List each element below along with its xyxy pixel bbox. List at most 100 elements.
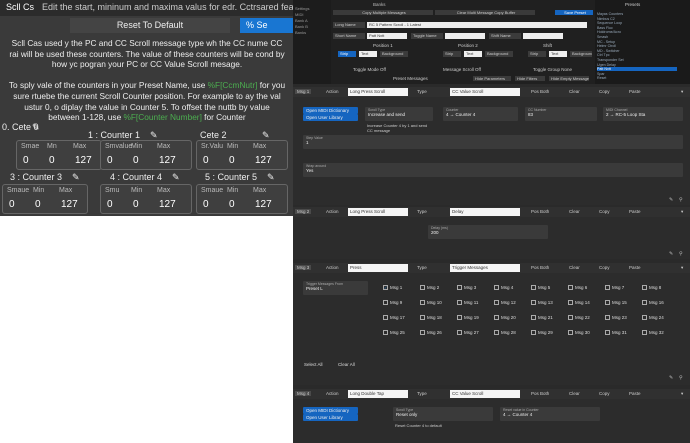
type-select[interactable]: Trigger Messages — [450, 264, 520, 272]
checkbox-icon[interactable] — [457, 315, 462, 321]
checkbox-icon[interactable] — [531, 285, 536, 291]
nav-item[interactable]: Bank A — [295, 18, 308, 23]
action-select[interactable]: Press — [348, 264, 408, 272]
nav-item[interactable]: Bank B — [295, 24, 308, 29]
start-value-input[interactable]: 0 — [107, 155, 113, 166]
type-select[interactable]: CC Value Scroll — [450, 390, 520, 398]
preset-list-item[interactable]: MC - Setup — [597, 40, 615, 44]
trigger-checkbox[interactable]: Msg 29 — [531, 330, 553, 336]
trigger-checkbox[interactable]: Msg 7 — [605, 285, 624, 291]
checkbox-icon[interactable] — [457, 330, 462, 336]
cc-number-input[interactable]: CC Number 83 — [525, 107, 597, 121]
edit-icon[interactable]: ✎ — [172, 172, 180, 183]
checkbox-icon[interactable] — [383, 330, 388, 336]
reset-to-default-button[interactable]: Reset To Default — [70, 18, 230, 33]
trigger-checkbox[interactable]: Msg 28 — [494, 330, 516, 336]
trigger-checkbox[interactable]: Msg 24 — [642, 315, 664, 321]
long-name-input[interactable]: RC 5 Pattern Scroll - 1 Latest — [367, 22, 587, 28]
trigger-checkbox[interactable]: Msg 4 — [494, 285, 513, 291]
chevron-down-icon[interactable]: ▾ — [681, 209, 683, 215]
checkbox-icon[interactable] — [494, 300, 499, 306]
preset-list-item[interactable]: Patt Nxtt — [597, 67, 677, 72]
edit-icon[interactable]: ✎ — [669, 375, 673, 381]
min-value-input[interactable]: 0 — [35, 199, 41, 210]
trigger-checkbox[interactable]: Msg 13 — [531, 300, 553, 306]
trigger-checkbox[interactable]: Msg 2 — [420, 285, 439, 291]
clear-button[interactable]: Clear — [569, 265, 580, 270]
checkbox-icon[interactable] — [568, 315, 573, 321]
edit-icon[interactable]: ✎ — [267, 172, 275, 183]
message-scroll[interactable]: Message Scroll Off — [443, 67, 481, 72]
paste-button[interactable]: Paste — [629, 209, 641, 214]
action-select[interactable]: Long Press Scroll — [348, 208, 408, 216]
clear-button[interactable]: Clear — [569, 89, 580, 94]
trigger-checkbox[interactable]: Msg 8 — [642, 285, 661, 291]
select-all-button[interactable]: Select All — [301, 361, 331, 368]
checkbox-icon[interactable] — [457, 300, 462, 306]
toggle-name-input[interactable] — [445, 33, 485, 39]
open-midi-dictionary-button[interactable]: Open MIDI Dictionary — [303, 407, 358, 414]
min-value-input[interactable]: 0 — [229, 199, 235, 210]
open-midi-dictionary-button[interactable]: Open MIDI Dictionary — [303, 107, 358, 114]
clear-multi-button[interactable]: Clear Multi Message Copy Buffer — [435, 10, 535, 15]
checkbox-icon[interactable] — [420, 315, 425, 321]
pos1-background-button[interactable]: Background — [380, 51, 408, 57]
counter-select[interactable]: Counter 4 → Counter 4 — [443, 107, 518, 121]
preset-list-item[interactable]: Holdrome/Acro — [597, 30, 621, 34]
scroll-type-select[interactable]: Scroll Type Reset only — [393, 407, 493, 421]
checkbox-icon[interactable] — [642, 285, 647, 291]
send-button[interactable]: % Se — [240, 18, 293, 33]
short-name-input[interactable]: Patt Nxtt — [367, 33, 407, 39]
checkbox-icon[interactable] — [642, 330, 647, 336]
max-value-input[interactable]: 127 — [255, 155, 272, 166]
edit-icon[interactable]: ✎ — [72, 172, 80, 183]
trigger-checkbox[interactable]: Msg 18 — [420, 315, 442, 321]
hide-empty-button[interactable]: Hide Empty Messages — [549, 76, 589, 81]
nav-item[interactable]: MIDI — [295, 12, 303, 17]
checkbox-icon[interactable] — [494, 285, 499, 291]
trigger-checkbox[interactable]: Msg 27 — [457, 330, 479, 336]
preset-list-item[interactable]: Helmr Ctroll — [597, 44, 616, 48]
preset-list-item[interactable]: Ugen Delay — [597, 63, 616, 67]
save-preset-button[interactable]: Save Preset — [555, 10, 593, 15]
checkbox-icon[interactable] — [457, 285, 462, 291]
edit-icon[interactable]: ✎ — [669, 251, 673, 257]
max-value-input[interactable]: 127 — [255, 199, 272, 210]
trigger-from-select[interactable]: Trigger Messages From Preset L — [303, 281, 368, 295]
paste-button[interactable]: Paste — [629, 391, 641, 396]
trigger-checkbox[interactable]: ✓ Msg 1 — [383, 285, 402, 291]
pos2-background-button[interactable]: Background — [485, 51, 513, 57]
trigger-checkbox[interactable]: Msg 26 — [420, 330, 442, 336]
trigger-checkbox[interactable]: Msg 6 — [568, 285, 587, 291]
preset-list-item[interactable]: MD - Switcher — [597, 49, 620, 53]
midi-channel-select[interactable]: MIDI Channel 2 → RC-5 Loop Sta — [603, 107, 683, 121]
action-select[interactable]: Long Press Scroll — [348, 88, 408, 96]
checkbox-icon[interactable]: ✓ — [383, 285, 388, 291]
checkbox-icon[interactable] — [383, 300, 388, 306]
toggle-group[interactable]: Toggle Group None — [533, 67, 572, 72]
min-value-input[interactable]: 0 — [133, 199, 139, 210]
checkbox-icon[interactable] — [531, 300, 536, 306]
preset-list-item[interactable]: Reset — [597, 76, 606, 80]
hide-parameters-button[interactable]: Hide Parameters — [473, 76, 511, 81]
trigger-checkbox[interactable]: Msg 5 — [531, 285, 550, 291]
max-value-input[interactable]: 127 — [75, 155, 92, 166]
link-icon[interactable]: ⚲ — [679, 375, 683, 381]
pos1-text-button[interactable]: Text — [359, 51, 377, 57]
pos-both-button[interactable]: Pos Both — [531, 391, 549, 396]
trigger-checkbox[interactable]: Msg 31 — [605, 330, 627, 336]
shift-name-input[interactable] — [523, 33, 563, 39]
checkbox-icon[interactable] — [420, 285, 425, 291]
clear-all-button[interactable]: Clear All — [335, 361, 363, 368]
clear-button[interactable]: Clear — [569, 391, 580, 396]
max-value-input[interactable]: 127 — [159, 199, 176, 210]
hide-filters-button[interactable]: Hide Filters — [515, 76, 545, 81]
preset-list-item[interactable]: Sequence Loop — [597, 21, 622, 25]
preset-list-item[interactable]: Bass Fluc — [597, 26, 613, 30]
shift-strip-button[interactable]: Strip — [528, 51, 546, 57]
preset-list-item[interactable]: Transponder Set — [597, 58, 624, 62]
pos-both-button[interactable]: Pos Both — [531, 89, 549, 94]
trigger-checkbox[interactable]: Msg 3 — [457, 285, 476, 291]
link-icon[interactable]: ⚲ — [679, 251, 683, 257]
link-icon[interactable]: ⚲ — [679, 197, 683, 203]
